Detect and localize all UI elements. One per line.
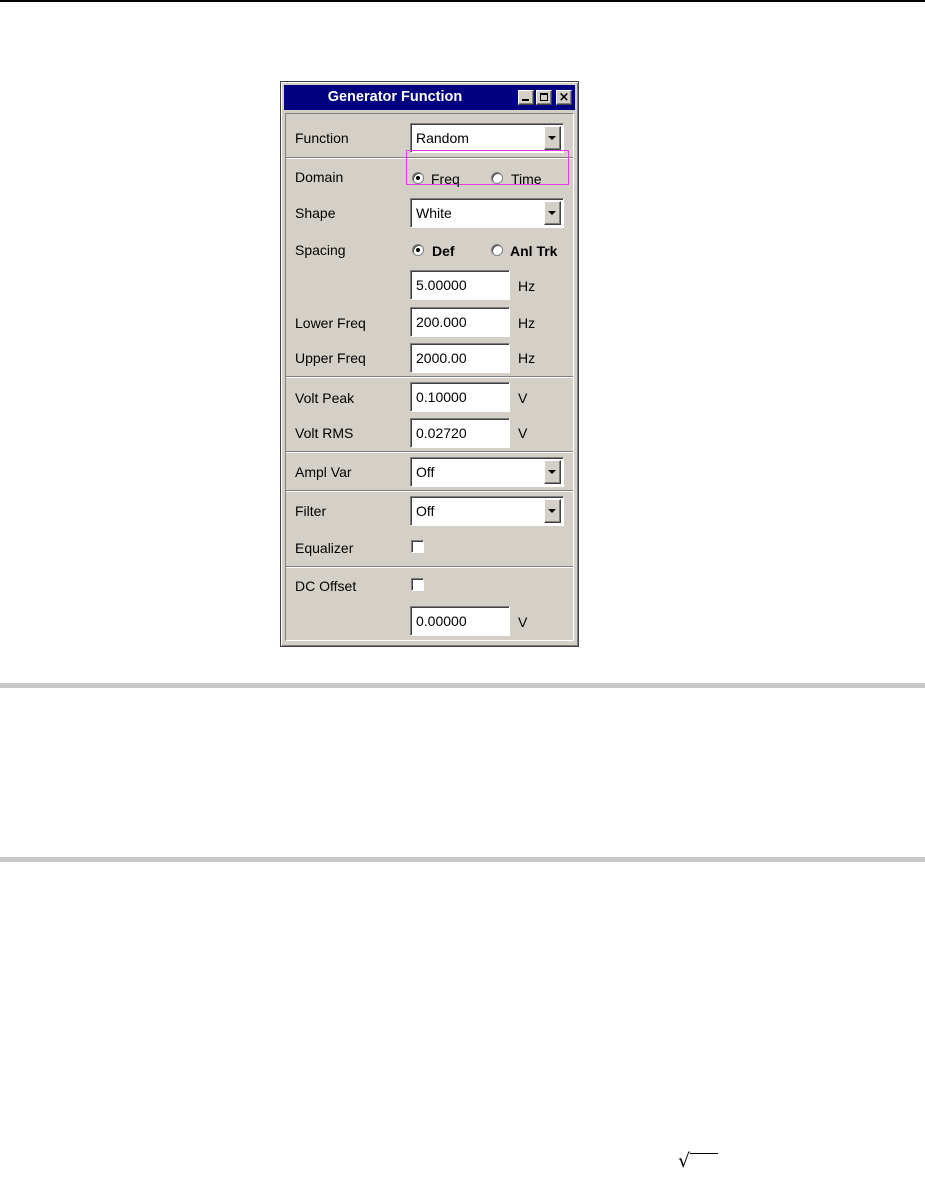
ampl-var-label: Ampl Var <box>295 464 352 480</box>
function-label: Function <box>295 130 349 146</box>
domain-label: Domain <box>295 169 344 185</box>
spacing-label: Spacing <box>295 242 346 258</box>
spacing-anltrk-label: Anl Trk <box>510 243 558 259</box>
spacing-unit: Hz <box>518 278 536 294</box>
sqrt-symbol: √ <box>678 1150 691 1172</box>
section-separator <box>0 683 925 688</box>
domain-time-label: Time <box>511 171 542 187</box>
spacing-input[interactable]: 5.00000 <box>410 270 510 300</box>
settings-panel: Function Random Domain Freq Time Shape W… <box>285 113 574 641</box>
domain-freq-radio[interactable] <box>412 172 424 184</box>
minimize-icon <box>522 99 529 101</box>
volt-rms-label: Volt RMS <box>295 425 354 441</box>
upper-freq-input[interactable]: 2000.00 <box>410 343 510 373</box>
section-separator <box>0 857 925 862</box>
lower-freq-unit: Hz <box>518 315 536 331</box>
dc-offset-unit: V <box>518 614 528 630</box>
volt-peak-input[interactable]: 0.10000 <box>410 382 510 412</box>
domain-freq-label: Freq <box>431 171 460 187</box>
filter-select[interactable]: Off <box>410 496 564 526</box>
upper-freq-unit: Hz <box>518 350 536 366</box>
chevron-down-icon[interactable] <box>544 201 561 225</box>
group-divider <box>286 490 573 492</box>
spacing-def-label: Def <box>432 243 455 259</box>
group-divider <box>286 566 573 568</box>
top-rule <box>0 0 925 2</box>
lower-freq-input[interactable]: 200.000 <box>410 307 510 337</box>
filter-value: Off <box>416 503 435 519</box>
sqrt-overbar <box>690 1153 718 1154</box>
dc-offset-label: DC Offset <box>295 578 357 594</box>
maximize-icon <box>540 93 548 101</box>
ampl-var-select[interactable]: Off <box>410 457 564 487</box>
equalizer-checkbox[interactable] <box>411 540 424 553</box>
shape-select[interactable]: White <box>410 198 564 228</box>
upper-freq-label: Upper Freq <box>295 350 366 366</box>
group-divider <box>286 376 573 378</box>
window-title: Generator Function <box>327 89 463 105</box>
spacing-anltrk-radio[interactable] <box>491 244 503 256</box>
volt-peak-label: Volt Peak <box>295 390 355 406</box>
close-button[interactable]: × <box>556 90 572 105</box>
generator-function-window: Generator Function × Function Random Dom… <box>280 81 579 647</box>
chevron-down-icon[interactable] <box>544 499 561 523</box>
close-icon: × <box>558 90 570 105</box>
group-divider <box>286 451 573 453</box>
volt-rms-unit: V <box>518 425 528 441</box>
dc-offset-checkbox[interactable] <box>411 578 424 591</box>
volt-rms-input[interactable]: 0.02720 <box>410 418 510 448</box>
domain-time-radio[interactable] <box>491 172 503 184</box>
title-bar[interactable]: Generator Function × <box>284 85 575 110</box>
function-select[interactable]: Random <box>410 123 564 153</box>
lower-freq-label: Lower Freq <box>295 315 366 331</box>
shape-value: White <box>416 205 452 221</box>
ampl-var-value: Off <box>416 464 435 480</box>
filter-label: Filter <box>295 503 327 519</box>
function-value: Random <box>416 130 469 146</box>
spacing-def-radio[interactable] <box>412 244 424 256</box>
shape-label: Shape <box>295 205 336 221</box>
minimize-button[interactable] <box>518 90 534 105</box>
chevron-down-icon[interactable] <box>544 126 561 150</box>
equalizer-label: Equalizer <box>295 540 354 556</box>
chevron-down-icon[interactable] <box>544 460 561 484</box>
maximize-button[interactable] <box>536 90 552 105</box>
volt-peak-unit: V <box>518 390 528 406</box>
dc-offset-input[interactable]: 0.00000 <box>410 606 510 636</box>
